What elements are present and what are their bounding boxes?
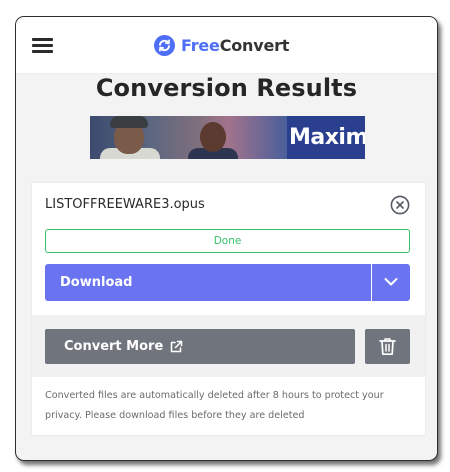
- logo-wordmark: FreeConvert: [181, 36, 289, 55]
- trash-icon: [379, 338, 396, 356]
- close-circle-icon[interactable]: [390, 195, 410, 215]
- chevron-down-icon: [384, 278, 398, 286]
- ad-photo: [90, 116, 287, 159]
- page-title: Conversion Results: [95, 74, 358, 102]
- auto-delete-notice: Converted files are automatically delete…: [45, 390, 384, 421]
- logo-free-text: Free: [181, 35, 220, 55]
- delete-button[interactable]: [365, 329, 410, 364]
- ad-banner[interactable]: Maximu: [90, 116, 365, 159]
- external-link-icon: [171, 340, 183, 352]
- freeconvert-logo[interactable]: FreeConvert: [154, 33, 289, 57]
- conversion-result-card: LISTOFFREEWARE3.opus Done Download Conve…: [31, 182, 426, 436]
- ad-person-head: [200, 122, 226, 152]
- convert-more-label: Convert More: [64, 339, 164, 354]
- ad-headline: Maximu: [289, 125, 365, 150]
- status-badge: Done: [45, 229, 410, 253]
- convert-more-button[interactable]: Convert More: [45, 329, 355, 364]
- download-options-dropdown[interactable]: [372, 264, 410, 301]
- phone-frame: FreeConvert Conversion Results Maximu LI…: [15, 16, 438, 461]
- logo-convert-text: Convert: [219, 35, 290, 55]
- top-navbar: FreeConvert: [16, 17, 437, 74]
- ad-person-cap: [110, 116, 148, 128]
- download-button[interactable]: Download: [45, 264, 371, 301]
- refresh-circle-icon: [154, 34, 175, 56]
- file-name: LISTOFFREEWARE3.opus: [45, 197, 205, 212]
- hamburger-menu-icon[interactable]: [32, 38, 53, 53]
